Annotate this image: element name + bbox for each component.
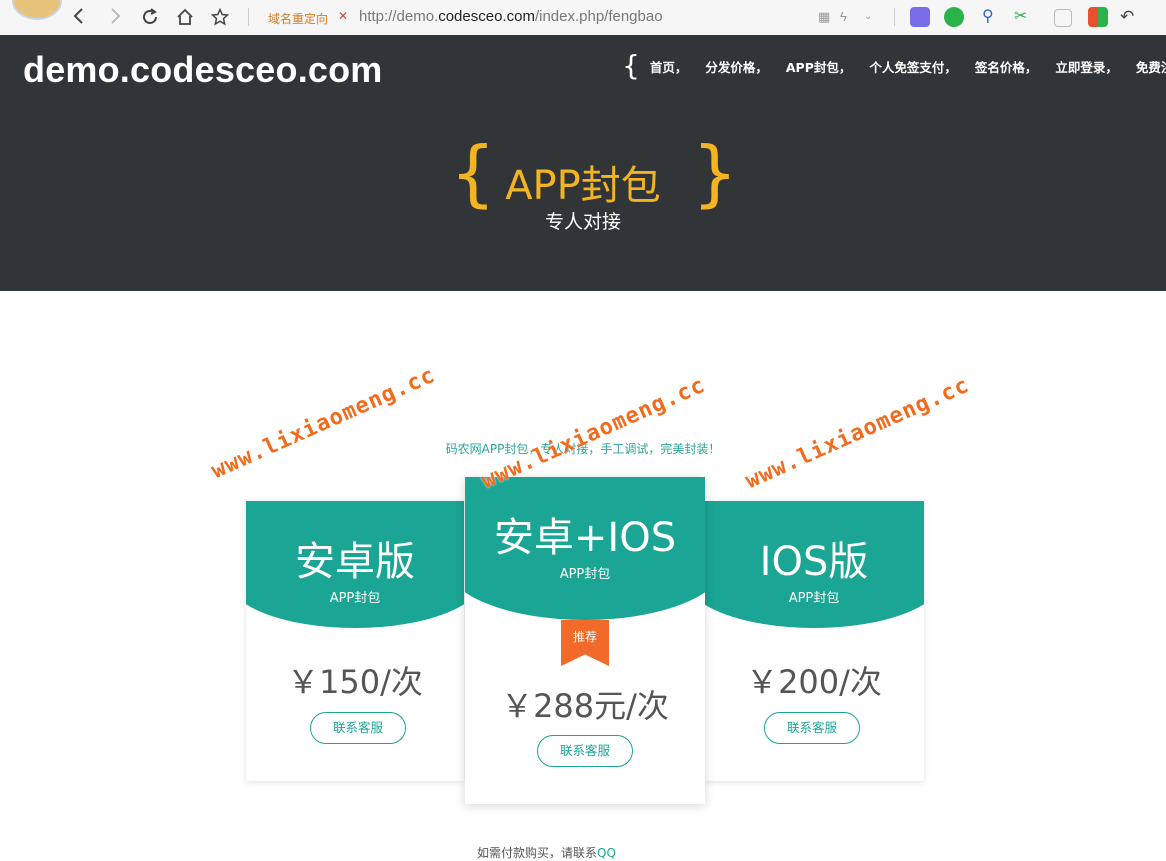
plan-price: ￥288元/次 — [501, 687, 669, 725]
back-icon[interactable] — [68, 6, 90, 28]
plan-price: ￥150/次 — [287, 663, 423, 701]
chevron-down-icon[interactable]: ⌄ — [864, 7, 884, 27]
nav-item-register[interactable]: 免费注册 — [1136, 57, 1166, 76]
hero-title: APP封包 — [505, 163, 661, 209]
site-header: demo.codesceo.com { 首页， 分发价格， APP封包， 个人免… — [0, 35, 1166, 291]
watermark-text: www.lixiaomeng.cc — [207, 362, 440, 484]
plan-name: 安卓+IOS — [493, 515, 677, 561]
lightning-icon[interactable]: ϟ — [840, 7, 860, 27]
forward-icon[interactable] — [104, 6, 126, 28]
bookmark-star-icon[interactable] — [209, 6, 231, 28]
plan-name: IOS版 — [759, 539, 869, 585]
contact-support-button[interactable]: 联系客服 — [310, 712, 406, 744]
footer-note: 如需付款购买，请联系QQ — [477, 844, 616, 861]
plan-card-ios: IOS版 APP封包 ￥200/次 联系客服 — [704, 501, 924, 781]
browser-logo-icon — [12, 0, 62, 20]
url-path: /index.php/fengbao — [534, 8, 663, 25]
grid-icon[interactable]: ▦ — [818, 7, 838, 27]
scissors-icon[interactable]: ✂ — [1014, 7, 1034, 27]
footer-qq-link[interactable]: QQ — [597, 846, 616, 860]
apps-icon[interactable] — [1088, 7, 1108, 27]
undo-icon[interactable]: ↶ — [1120, 7, 1140, 27]
search-icon[interactable]: ⚲ — [982, 7, 1002, 27]
plan-card-android: 安卓版 APP封包 ￥150/次 联系客服 — [246, 501, 464, 781]
watermark-text: www.lixiaomeng.cc — [741, 372, 974, 494]
toolbar-divider — [248, 8, 249, 26]
recommended-badge: 推荐 — [561, 620, 609, 666]
extension-purple-icon[interactable] — [910, 7, 930, 27]
plan-price: ￥200/次 — [746, 663, 882, 701]
watermark-text: www.lixiaomeng.cc — [477, 372, 710, 494]
top-nav: { 首页， 分发价格， APP封包， 个人免签支付， 签名价格， 立即登录， 免… — [622, 49, 1166, 83]
plan-name: 安卓版 — [295, 539, 415, 585]
nav-item-home[interactable]: 首页， — [650, 57, 688, 76]
url-prefix: http://demo. — [359, 8, 439, 25]
translate-icon[interactable] — [944, 7, 964, 27]
site-logo[interactable]: demo.codesceo.com — [23, 49, 383, 91]
nav-brace-open: { — [622, 49, 640, 82]
reload-icon[interactable] — [139, 6, 161, 28]
address-bar[interactable]: http://demo.codesceo.com/index.php/fengb… — [359, 8, 663, 25]
contact-support-button[interactable]: 联系客服 — [537, 735, 633, 767]
home-icon[interactable] — [174, 6, 196, 28]
toolbar-divider — [894, 8, 895, 26]
hero-subtitle: 专人对接 — [544, 211, 621, 233]
nav-item-personal-payment[interactable]: 个人免签支付， — [869, 57, 957, 76]
screenshot-icon[interactable] — [1054, 9, 1072, 27]
plan-tag: APP封包 — [559, 567, 611, 582]
pricing-section: 码农网APP封包，专人对接，手工调试，完美封装！ 安卓版 APP封包 ￥150/… — [0, 291, 1166, 860]
insecure-site-icon[interactable]: ✕ — [338, 9, 348, 23]
plan-tag: APP封包 — [329, 591, 381, 606]
nav-item-distribution-price[interactable]: 分发价格， — [705, 57, 768, 76]
nav-item-app-packaging[interactable]: APP封包， — [786, 57, 852, 76]
plan-card-android-ios: 安卓+IOS APP封包 推荐 ￥288元/次 联系客服 — [465, 477, 705, 804]
footer-note-text: 如需付款购买，请联系 — [477, 846, 598, 860]
plan-tag: APP封包 — [788, 591, 840, 606]
contact-support-button[interactable]: 联系客服 — [764, 712, 860, 744]
nav-item-login[interactable]: 立即登录， — [1055, 57, 1118, 76]
redirect-label[interactable]: 域名重定向 — [268, 10, 328, 27]
nav-item-signing-price[interactable]: 签名价格， — [975, 57, 1038, 76]
browser-toolbar: 域名重定向 ✕ http://demo.codesceo.com/index.p… — [0, 0, 1166, 36]
url-host: codesceo.com — [438, 8, 535, 25]
